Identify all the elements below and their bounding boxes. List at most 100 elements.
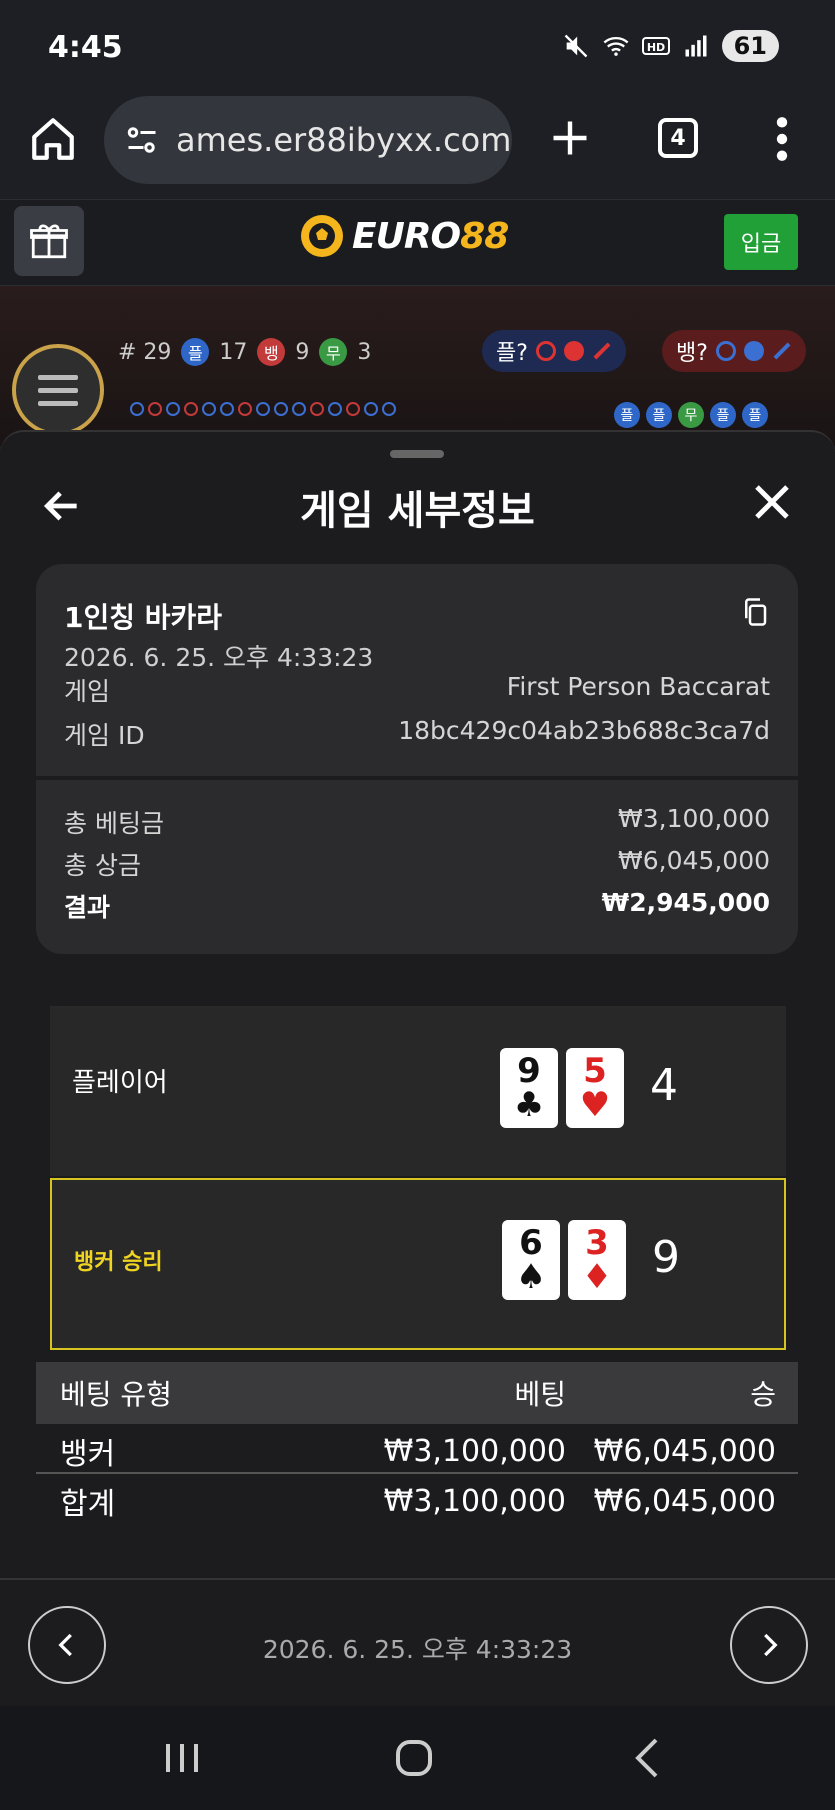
player-cards: 9 ♣ 5 ♥ [500,1048,624,1128]
site-settings-icon[interactable] [124,122,160,158]
bead-road [130,402,396,416]
big-road-summary: 플 플 무 플 플 [614,402,768,428]
close-icon[interactable] [752,482,792,522]
player-total: 4 [650,1060,678,1111]
wifi-icon [603,36,629,56]
card-suit: ♠ [515,1257,547,1297]
banker-badge: 뱅 [257,338,286,366]
total-win-row: 총 상금 ₩6,045,000 [64,846,770,882]
game-label: 게임 [64,677,111,706]
deposit-button[interactable]: 입금 [724,214,798,270]
player-count: 17 [219,339,248,365]
table-row: 뱅커 ₩3,100,000 ₩6,045,000 [36,1428,798,1474]
gift-button[interactable] [14,206,84,276]
game-background-strip: # 29 플 17 뱅 9 무 3 플? 뱅? 플 플 무 플 플 [0,286,835,446]
column-header: 베팅 [514,1378,566,1411]
bead [256,402,270,416]
card-rank: 5 [583,1051,607,1091]
banker-total: 9 [652,1232,680,1283]
tie-badge: 무 [319,338,348,366]
tie-count: 3 [357,339,372,365]
table-cell: ₩3,100,000 [383,1483,566,1519]
game-summary-card: 1인칭 바카라 2026. 6. 25. 오후 4:33:23 게임 First… [36,564,798,954]
footer-datetime: 2026. 6. 25. 오후 4:33:23 [262,1635,573,1664]
table-cell: ₩6,045,000 [593,1433,776,1469]
bead [292,402,306,416]
address-bar[interactable]: ames.er88ibyxx.com [104,96,512,184]
bead [130,402,144,416]
round-number: # 29 [118,339,172,365]
playing-card: 5 ♥ [566,1048,624,1128]
signal-icon [685,35,707,57]
bead [202,402,216,416]
tab-switcher-button[interactable]: 4 [658,118,698,158]
game-datetime: 2026. 6. 25. 오후 4:33:23 [64,643,374,672]
player-badge: 플 [181,338,210,366]
menu-line [38,387,78,393]
game-menu-button[interactable] [12,344,104,436]
game-name: 1인칭 바카라 [64,601,223,634]
logo-text-accent: 88 [460,215,509,257]
slash-icon [773,342,791,360]
site-logo[interactable]: EURO88 [298,212,509,260]
column-header: 베팅 유형 [60,1378,172,1411]
banker-predict-label: 뱅? [676,341,708,366]
table-cell: 뱅커 [60,1437,116,1472]
player-predict-button[interactable]: 플? [482,330,626,372]
bead [184,402,198,416]
result-row: 결과 ₩2,945,000 [64,888,770,924]
menu-line [38,374,78,380]
soccer-ball-icon [301,215,343,257]
player-label: 플레이어 [72,1068,168,1098]
result-value: ₩2,945,000 [601,888,770,917]
back-nav-icon[interactable] [624,1734,672,1782]
result-label: 결과 [64,893,111,922]
bead [166,402,180,416]
recent-apps-icon[interactable] [158,1734,206,1782]
home-icon[interactable] [28,114,78,164]
status-bar: 4:45 HD 61 [0,0,835,92]
playing-card: 6 ♠ [502,1220,560,1300]
road-badge: 플 [614,402,640,428]
bead [274,402,288,416]
road-badge: 플 [646,402,672,428]
sheet-title: 게임 세부정보 [300,488,535,534]
road-badge: 무 [678,402,704,428]
hd-icon: HD [641,37,670,55]
footer-divider [0,1578,835,1580]
battery-indicator: 61 [721,30,779,62]
ring-icon [715,341,736,361]
column-header: 승 [750,1378,776,1411]
bead [310,402,324,416]
total-bet-row: 총 베팅금 ₩3,100,000 [64,804,770,840]
game-id-row: 게임 ID 18bc429c04ab23b688c3ca7d [64,716,770,752]
svg-text:HD: HD [646,41,664,54]
bead [238,402,252,416]
card-suit: ♣ [513,1085,545,1125]
total-win-value: ₩6,045,000 [618,846,770,875]
playing-card: 9 ♣ [500,1048,558,1128]
total-bet-value: ₩3,100,000 [618,804,770,833]
logo-text-main: EURO [352,215,461,257]
sheet-grabber[interactable] [390,450,444,458]
url-text: ames.er88ibyxx.com [176,121,512,159]
more-menu-icon[interactable] [770,114,794,164]
bet-table-header: 베팅 유형 베팅 승 [36,1362,798,1424]
mute-icon [564,34,587,58]
next-game-button[interactable] [730,1606,808,1684]
copy-icon[interactable] [740,596,770,628]
new-tab-icon[interactable] [548,116,592,160]
home-nav-icon[interactable] [390,1734,438,1782]
round-stats: # 29 플 17 뱅 9 무 3 [118,338,371,366]
browser-toolbar: ames.er88ibyxx.com 4 [0,92,835,200]
banker-hand: 뱅커 승리 6 ♠ 3 ♦ 9 [50,1178,786,1350]
banker-win-label: 뱅커 승리 [74,1250,163,1275]
banker-cards: 6 ♠ 3 ♦ [502,1220,626,1300]
bead [148,402,162,416]
table-cell: ₩6,045,000 [593,1483,776,1519]
banker-predict-button[interactable]: 뱅? [662,330,806,372]
dot-icon [743,341,764,361]
status-icons: HD 61 [562,30,779,62]
total-win-label: 총 상금 [64,851,141,880]
table-divider [36,1472,798,1474]
